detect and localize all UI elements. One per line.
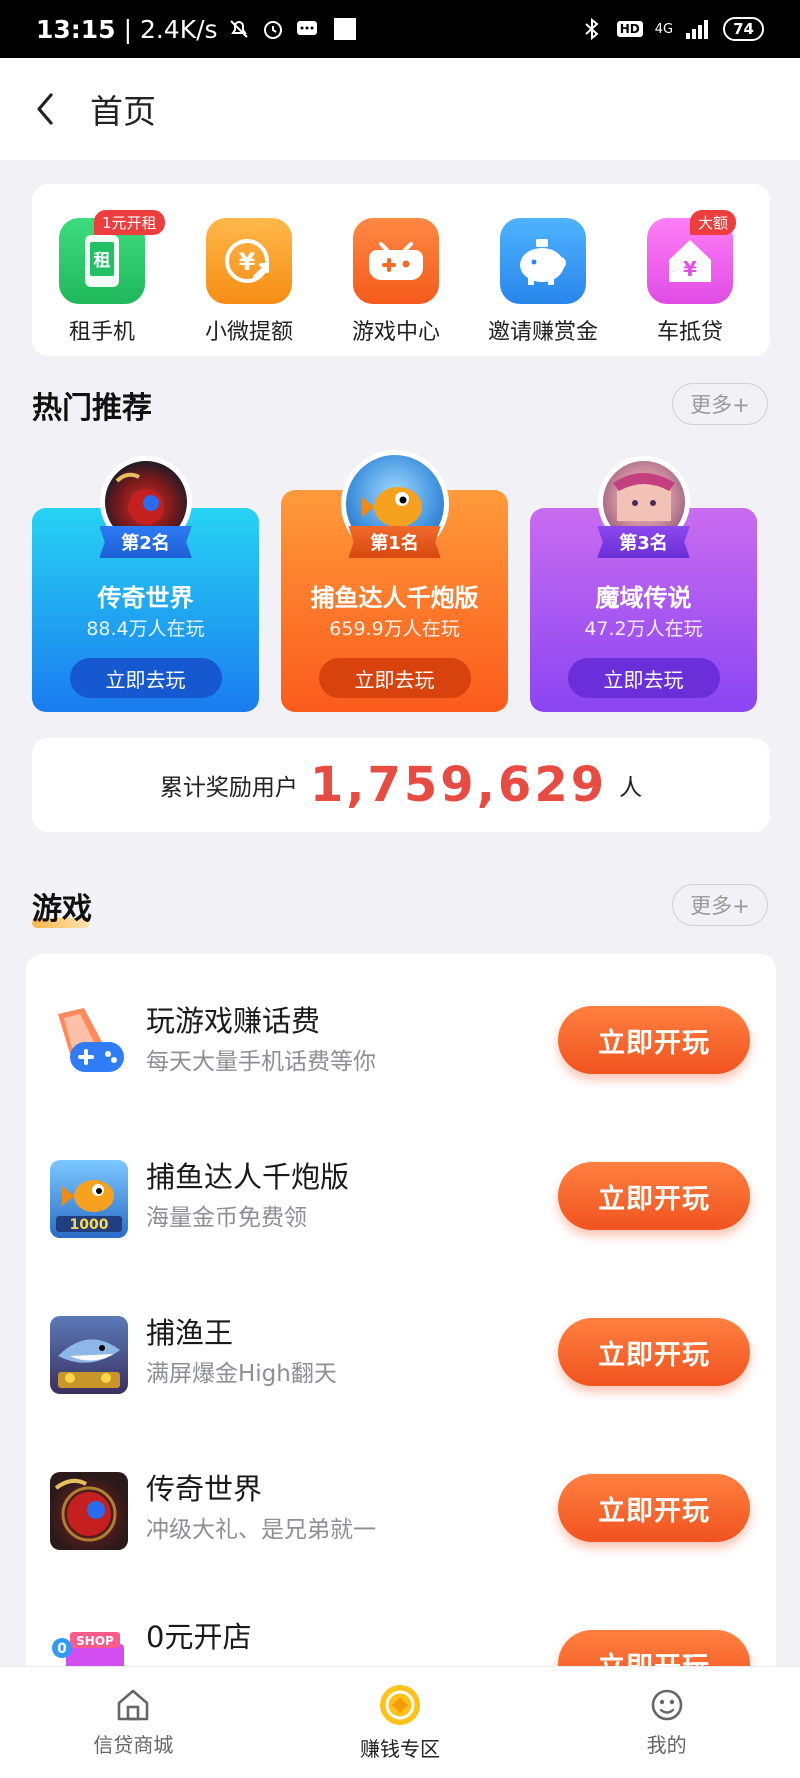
hot-game-players: 47.2万人在玩 [584,618,703,640]
game-row[interactable]: 1000 捕鱼达人千炮版 海量金币免费领 立即开玩 [26,1126,776,1282]
play-now-button[interactable]: 立即开玩 [558,1162,750,1230]
network-label: 4G [654,21,674,37]
status-time: 13:15 [36,14,116,44]
quick-item-rent-phone[interactable]: 租 1元开租 租手机 [32,210,172,346]
svg-text:SHOP: SHOP [76,1634,114,1648]
nav-bar: 首页 [0,58,800,160]
quick-item-invite-reward[interactable]: 邀请赚赏金 [473,218,613,346]
tab-label: 赚钱专区 [360,1737,440,1761]
shark-game-icon [50,1316,128,1394]
games-more-button[interactable]: 更多+ [672,884,768,926]
legend-world-icon [50,1472,128,1550]
reward-counter: 累计奖励用户 1,759,629 人 [32,738,770,832]
hot-game-players: 88.4万人在玩 [86,618,205,640]
piggy-bank-icon [500,218,586,304]
reward-count: 1,759,629 [309,757,608,813]
hot-game-players: 659.9万人在玩 [329,618,460,640]
quick-item-label: 车抵贷 [656,320,723,345]
bluetooth-icon [579,16,605,42]
game-row[interactable]: 传奇世界 冲级大礼、是兄弟就一 立即开玩 [26,1438,776,1594]
quick-item-car-loan[interactable]: ¥ 大额 车抵贷 [620,210,760,346]
hot-game-name: 传奇世界 [97,584,194,612]
play-now-button[interactable]: 立即开玩 [558,1474,750,1542]
quick-item-badge: 1元开租 [94,210,165,235]
page-title: 首页 [90,92,156,131]
status-bar: 13:15 | 2.4K/s HD 4G 74 [0,0,800,58]
hot-more-button[interactable]: 更多+ [672,383,768,425]
quick-item-game-center[interactable]: 游戏中心 [326,218,466,346]
coin-up-icon: ¥ [206,218,292,304]
message-icon [294,16,320,42]
smile-face-icon [651,1689,682,1721]
back-button[interactable] [0,58,90,160]
game-title: 玩游戏赚话费 [146,1004,321,1038]
mute-icon [226,16,252,42]
coin-icon [380,1685,420,1725]
hd-badge: HD [616,21,643,37]
status-speed: | 2.4K/s [123,14,218,44]
game-list: 玩游戏赚话费 每天大量手机话费等你 立即开玩 1000 捕鱼达人千炮版 海量金币… [26,954,776,1694]
reward-prefix: 累计奖励用户 [159,775,298,801]
svg-text:租: 租 [94,250,111,271]
game-controller-icon [50,1004,128,1082]
tab-label: 信贷商城 [93,1733,174,1757]
hot-card-rank-1[interactable]: 第1名 捕鱼达人千炮版 659.9万人在玩 立即去玩 [281,450,508,712]
play-now-button[interactable]: 立即开玩 [558,1318,750,1386]
svg-text:0: 0 [57,1641,67,1657]
game-title: 捕鱼达人千炮版 [146,1160,350,1194]
notification-square-icon [333,18,356,40]
game-subtitle: 每天大量手机话费等你 [146,1049,376,1075]
game-subtitle: 海量金币免费领 [146,1205,307,1231]
hot-play-button[interactable]: 立即去玩 [69,658,222,698]
battery-indicator: 74 [723,17,764,41]
game-title: 传奇世界 [146,1472,263,1506]
rank-ribbon: 第3名 [597,526,690,558]
quick-item-label: 小微提额 [204,320,293,345]
tab-credit-mall[interactable]: 信贷商城 [0,1667,267,1778]
rank-ribbon: 第2名 [99,526,192,558]
quick-actions-panel: 租 1元开租 租手机 ¥ 小微提额 游戏中心 邀请赚赏金 ¥ 大额 车抵贷 [32,184,770,356]
quick-item-label: 邀请赚赏金 [487,320,598,345]
bottom-tab-bar: 信贷商城 赚钱专区 我的 [0,1666,800,1778]
hot-play-button[interactable]: 立即去玩 [567,658,720,698]
game-title: 捕渔王 [146,1316,234,1350]
hot-card-rank-2[interactable]: 第2名 传奇世界 88.4万人在玩 立即去玩 [32,456,259,712]
tab-label: 我的 [646,1733,687,1757]
game-row[interactable]: 捕渔王 满屏爆金High翻天 立即开玩 [26,1282,776,1438]
chevron-left-icon [37,93,53,125]
games-section-title: 游戏 [32,892,92,927]
svg-text:1000: 1000 [70,1217,109,1233]
game-subtitle: 冲级大礼、是兄弟就一 [146,1517,376,1543]
fish-game-icon: 1000 [50,1160,128,1238]
hot-card-rank-3[interactable]: 第3名 魔域传说 47.2万人在玩 立即去玩 [530,456,757,712]
play-now-button[interactable]: 立即开玩 [558,1006,750,1074]
quick-item-credit-boost[interactable]: ¥ 小微提额 [179,218,319,346]
svg-text:¥: ¥ [683,257,697,281]
gamepad-icon [353,218,439,304]
hot-game-name: 魔域传说 [595,584,692,612]
game-subtitle: 满屏爆金High翻天 [146,1361,337,1387]
quick-item-label: 游戏中心 [351,320,440,345]
tab-earn-money[interactable]: 赚钱专区 [267,1667,534,1778]
hot-section-title: 热门推荐 [32,391,152,426]
home-icon [118,1689,149,1721]
tab-mine[interactable]: 我的 [533,1667,800,1778]
alarm-icon [260,16,286,42]
game-title: 0元开店 [146,1620,252,1654]
quick-item-badge: 大额 [690,210,737,235]
game-row[interactable]: 玩游戏赚话费 每天大量手机话费等你 立即开玩 [26,970,776,1126]
signal-icon [685,16,711,42]
hot-play-button[interactable]: 立即去玩 [318,658,471,698]
hot-game-name: 捕鱼达人千炮版 [310,584,479,612]
quick-item-label: 租手机 [68,320,135,345]
reward-suffix: 人 [619,775,643,801]
svg-text:¥: ¥ [239,248,256,276]
rank-ribbon: 第1名 [348,526,441,558]
